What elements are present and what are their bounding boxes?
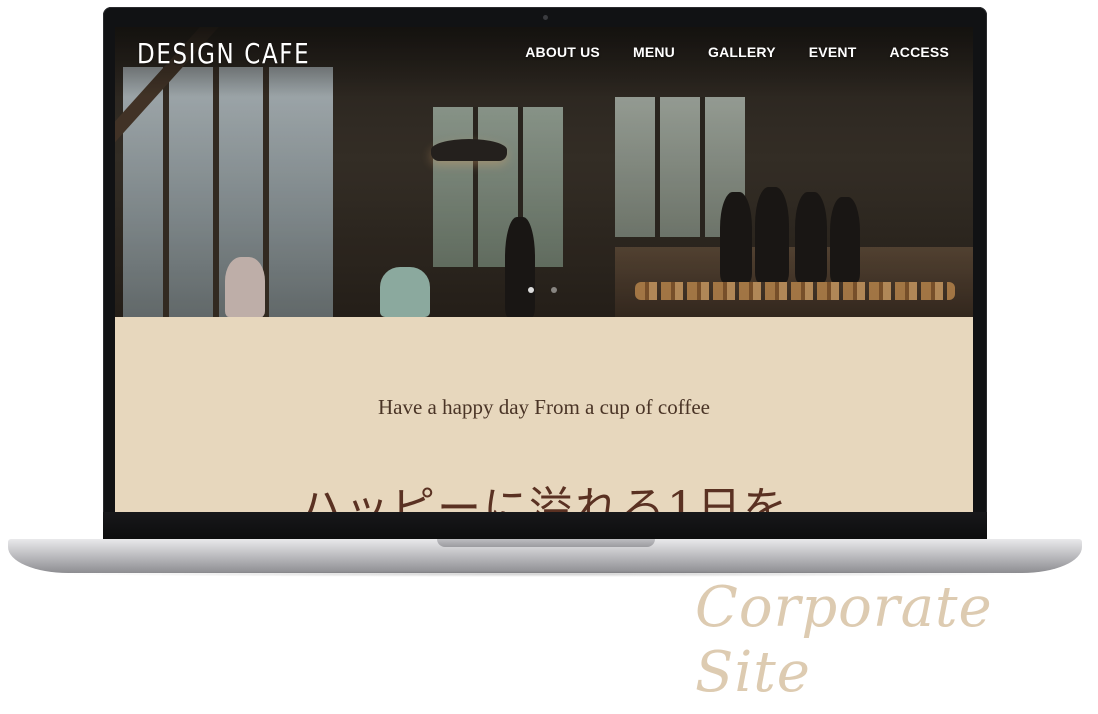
site-logo[interactable]: DESIGN CAFE [137, 37, 310, 70]
slider-dot-2[interactable] [551, 287, 557, 293]
laptop-notch [437, 539, 655, 547]
slider-dots [528, 287, 557, 293]
nav-item-gallery[interactable]: GALLERY [708, 44, 776, 60]
section-heading: ハッピーに溢れる1日を [299, 483, 789, 512]
slider-dot-1[interactable] [528, 287, 534, 293]
main-navigation: ABOUT US MENU GALLERY EVENT ACCESS [525, 44, 949, 60]
nav-item-access[interactable]: ACCESS [889, 44, 949, 60]
caption-corporate-site: Corporate Site [695, 575, 993, 705]
webcam-icon [543, 15, 548, 20]
laptop-bezel-bottom [103, 512, 987, 542]
hero-image: DESIGN CAFE ABOUT US MENU GALLERY EVENT … [115, 27, 973, 317]
nav-item-event[interactable]: EVENT [809, 44, 857, 60]
nav-item-about-us[interactable]: ABOUT US [525, 44, 600, 60]
nav-item-menu[interactable]: MENU [633, 44, 675, 60]
laptop-screen: DESIGN CAFE ABOUT US MENU GALLERY EVENT … [115, 27, 973, 512]
hero-tagline: Have a happy day From a cup of coffee [378, 395, 710, 419]
